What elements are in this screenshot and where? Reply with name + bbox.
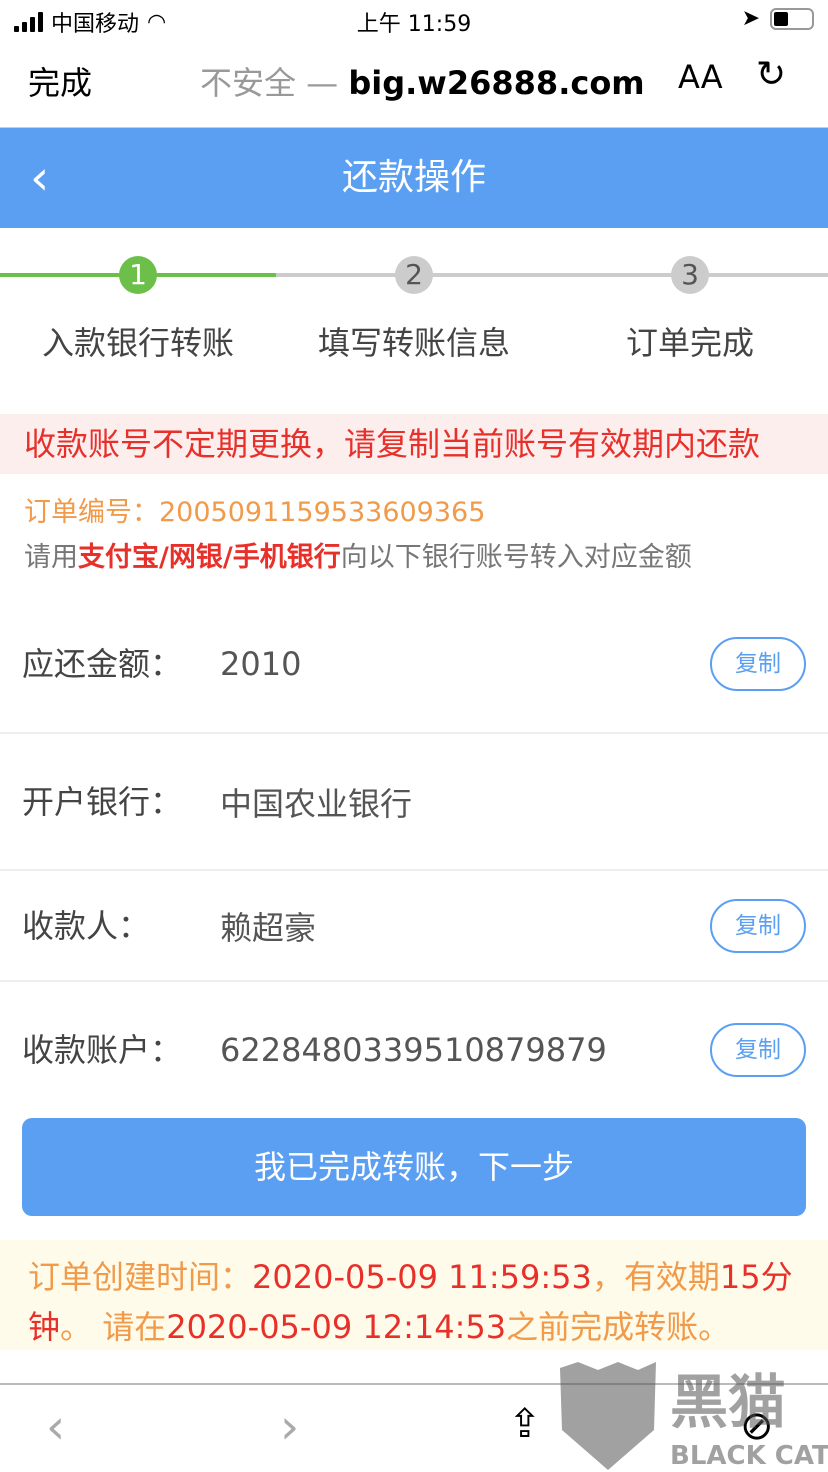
done-button[interactable]: 完成 — [28, 58, 92, 104]
order-number-value: 2005091159533609365 — [159, 497, 486, 528]
back-icon[interactable]: ‹ — [46, 1399, 65, 1455]
order-number: 订单编号：2005091159533609365 — [24, 490, 804, 529]
location-icon: ➤ — [741, 6, 760, 31]
browser-bar: 完成 不安全 — big.w26888.com AA ↻ — [0, 42, 828, 128]
step-number: 1 — [119, 256, 157, 294]
progress-steps: 1 入款银行转账 2 填写转账信息 3 订单完成 — [0, 228, 828, 414]
field-value: 赖超豪 — [220, 908, 317, 947]
share-icon[interactable]: ⇪ — [508, 1401, 542, 1447]
clock: 上午 11:59 — [356, 12, 472, 37]
step-label: 填写转账信息 — [317, 324, 510, 362]
address-bar[interactable]: 不安全 — big.w26888.com — [200, 58, 645, 104]
page-header: ‹ 还款操作 — [0, 128, 828, 228]
page-title: 还款操作 — [341, 157, 486, 198]
field-value: 2010 — [220, 645, 302, 683]
order-number-label: 订单编号： — [24, 497, 159, 528]
step-3: 3 订单完成 — [552, 256, 828, 364]
copy-amount-button[interactable]: 复制 — [710, 637, 806, 691]
field-bank: 开户银行： 中国农业银行 — [0, 734, 828, 871]
field-value: 6228480339510879879 — [220, 1031, 607, 1069]
field-label: 收款账户： — [22, 1031, 183, 1069]
next-step-button[interactable]: 我已完成转账，下一步 — [22, 1118, 806, 1216]
step-1: 1 入款银行转账 — [0, 256, 276, 364]
field-payee: 收款人： 赖超豪 复制 — [0, 871, 828, 982]
order-time-info: 订单创建时间：2020-05-09 11:59:53，有效期15分钟。 请在20… — [0, 1240, 828, 1350]
field-label: 开户银行： — [22, 782, 183, 821]
hint-text: 向以下银行账号转入对应金额 — [340, 542, 692, 573]
created-time: 2020-05-09 11:59:53 — [252, 1258, 592, 1296]
status-bar: 中国移动 ◠ 上午 11:59 ➤ — [0, 0, 828, 42]
order-info: 订单编号：2005091159533609365 请用支付宝/网银/手机银行向以… — [0, 474, 828, 574]
step-number: 2 — [395, 256, 433, 294]
account-change-notice: 收款账号不定期更换，请复制当前账号有效期内还款 — [0, 414, 828, 474]
security-label: 不安全 — — [200, 64, 349, 102]
info-text: 订单创建时间： — [28, 1258, 253, 1296]
hint-methods: 支付宝/网银/手机银行 — [78, 542, 341, 573]
hint-text: 请用 — [24, 542, 78, 573]
valid-minutes: 15 — [719, 1258, 761, 1296]
field-account: 收款账户： 6228480339510879879 复制 — [0, 982, 828, 1118]
info-text: ，有效期 — [591, 1258, 720, 1296]
step-2: 2 填写转账信息 — [276, 256, 552, 364]
compass-icon[interactable]: ⊘ — [740, 1403, 774, 1449]
deadline-time: 2020-05-09 12:14:53 — [166, 1308, 507, 1346]
payment-hint: 请用支付宝/网银/手机银行向以下银行账号转入对应金额 — [24, 535, 804, 574]
field-label: 收款人： — [22, 906, 151, 945]
step-number: 3 — [671, 256, 709, 294]
copy-account-button[interactable]: 复制 — [710, 1023, 806, 1077]
field-amount: 应还金额： 2010 复制 — [0, 596, 828, 734]
step-label: 订单完成 — [625, 324, 754, 362]
field-value: 中国农业银行 — [220, 784, 413, 823]
reload-icon[interactable]: ↻ — [756, 54, 786, 95]
field-label: 应还金额： — [22, 645, 183, 683]
text-size-button[interactable]: AA — [678, 58, 723, 96]
chevron-left-icon[interactable]: ‹ — [30, 128, 49, 228]
domain: big.w26888.com — [348, 64, 645, 102]
battery-icon — [770, 7, 814, 30]
info-text: 。 请在 — [60, 1308, 167, 1346]
forward-icon[interactable]: › — [280, 1399, 299, 1455]
copy-payee-button[interactable]: 复制 — [710, 898, 806, 953]
browser-toolbar: ‹ › ⇪ ⊘ — [0, 1383, 828, 1472]
step-label: 入款银行转账 — [41, 324, 234, 362]
info-text: 之前完成转账。 — [506, 1308, 731, 1346]
